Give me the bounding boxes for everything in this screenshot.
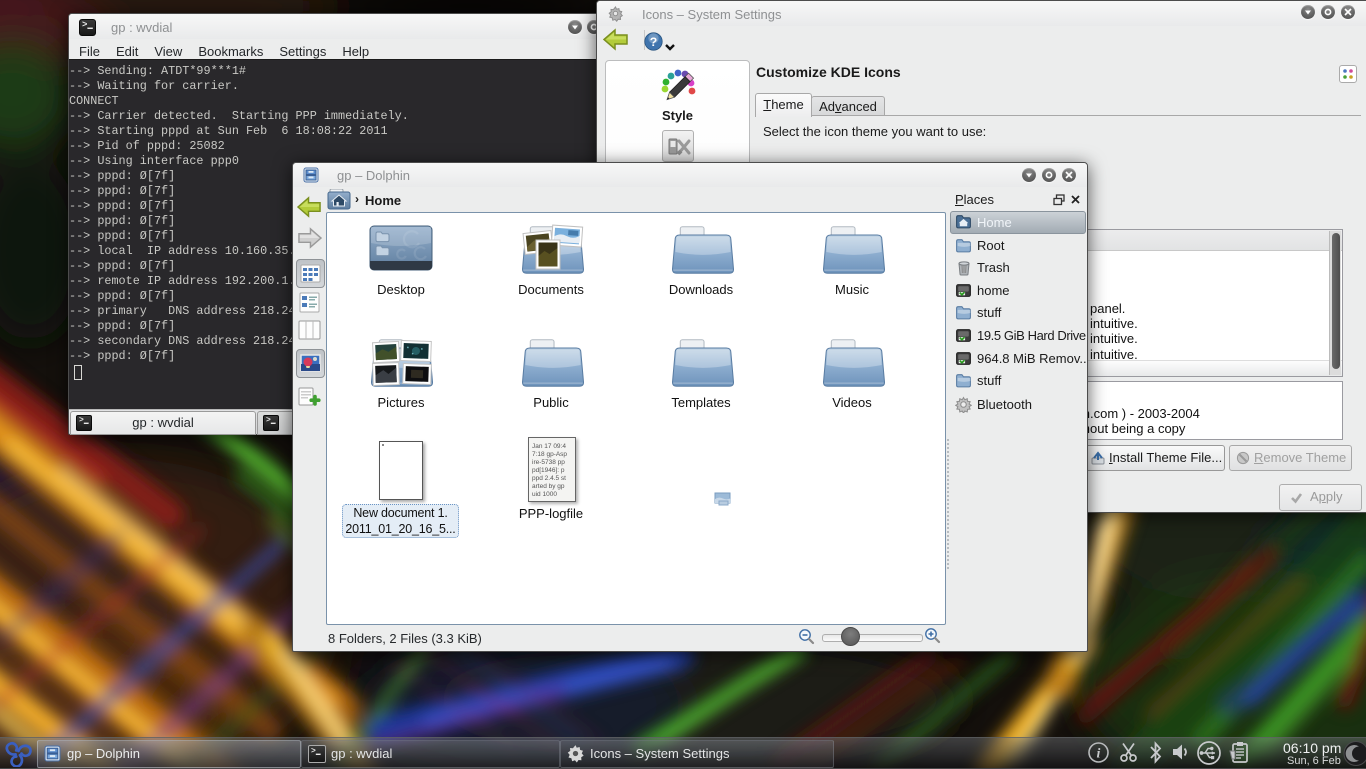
- svg-text:i: i: [1097, 747, 1101, 762]
- svg-text:?: ?: [650, 35, 658, 49]
